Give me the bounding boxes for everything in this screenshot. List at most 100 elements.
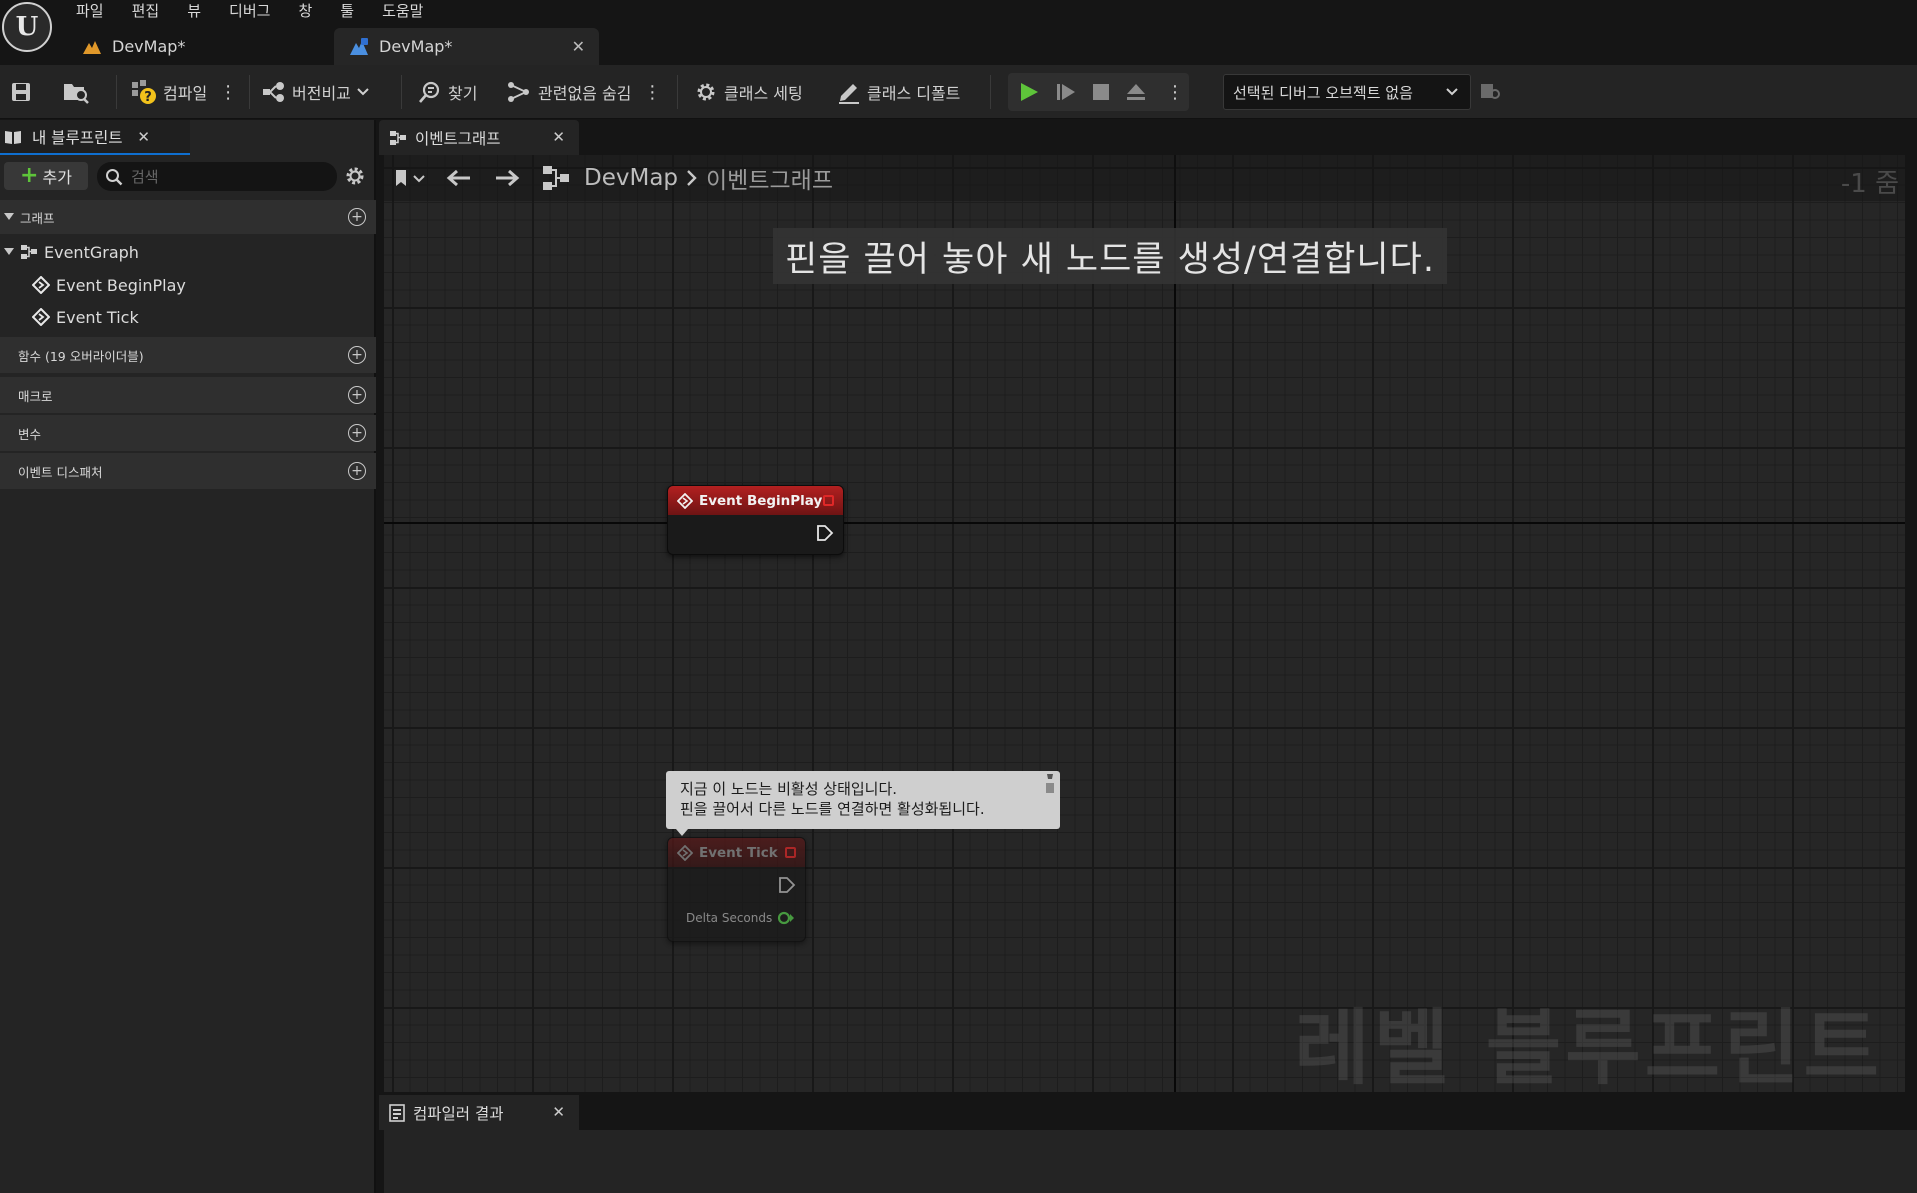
menu-window[interactable]: 창: [284, 0, 326, 22]
forward-arrow-icon[interactable]: [494, 168, 520, 188]
back-arrow-icon[interactable]: [446, 168, 472, 188]
close-icon[interactable]: ✕: [552, 128, 565, 146]
tree-item-label: EventGraph: [44, 242, 139, 262]
hide-unrelated-options-icon[interactable]: ⋮: [643, 82, 661, 103]
debug-filter-button[interactable]: [1480, 65, 1502, 119]
add-variable-icon[interactable]: +: [348, 424, 366, 442]
tree-item-eventgraph[interactable]: EventGraph: [0, 236, 139, 268]
debug-filter-icon: [1480, 82, 1502, 102]
diff-button[interactable]: 버전비교: [262, 65, 369, 119]
exec-output-pin-icon[interactable]: [816, 524, 834, 542]
graph-icon: [389, 130, 407, 146]
close-icon[interactable]: ✕: [552, 1103, 565, 1121]
delegate-pin-icon[interactable]: [785, 847, 796, 858]
class-defaults-label: 클래스 디폴트: [867, 84, 961, 103]
browse-button[interactable]: [62, 65, 90, 119]
tooltip-line-1: 지금 이 노드는 비활성 상태입니다.: [680, 780, 898, 798]
find-label: 찾기: [448, 84, 478, 103]
unreal-logo-icon[interactable]: U: [2, 2, 52, 52]
class-settings-label: 클래스 세팅: [724, 84, 803, 103]
play-options-button[interactable]: ⋮: [1166, 65, 1184, 119]
menu-view[interactable]: 뷰: [173, 0, 215, 22]
play-options-icon: ⋮: [1166, 81, 1184, 103]
add-dispatcher-icon[interactable]: +: [348, 462, 366, 480]
search-input[interactable]: [131, 167, 321, 186]
eject-button[interactable]: [1125, 65, 1147, 119]
menu-edit[interactable]: 편집: [118, 0, 174, 22]
doc-tab-label: DevMap*: [112, 37, 186, 56]
node-event-tick[interactable]: Event Tick Delta Seconds: [667, 837, 806, 942]
section-macros[interactable]: 매크로 +: [0, 377, 376, 413]
compile-button[interactable]: ? 컴파일 ⋮: [131, 65, 237, 119]
section-functions[interactable]: 함수 (19 오버라이더블) +: [0, 337, 376, 373]
section-dispatchers-label: 이벤트 디스패처: [18, 464, 103, 480]
event-icon: [677, 492, 693, 509]
add-macro-icon[interactable]: +: [348, 386, 366, 404]
class-settings-button[interactable]: 클래스 세팅: [694, 65, 803, 119]
tree-item-label: Event BeginPlay: [56, 275, 186, 295]
book-icon: [4, 129, 22, 145]
toolbar-separator: [990, 75, 991, 109]
folder-search-icon: [62, 80, 90, 104]
debug-object-select[interactable]: 선택된 디버그 오브젝트 없음: [1223, 74, 1471, 110]
add-graph-icon[interactable]: +: [348, 208, 366, 226]
caret-down-icon: [4, 213, 14, 221]
level-blueprint-watermark: 레벨 블루프린트: [1294, 1001, 1883, 1092]
search-box[interactable]: [97, 162, 337, 191]
node-header: Event BeginPlay: [668, 486, 843, 515]
add-button[interactable]: + 추가: [4, 162, 88, 190]
stop-button[interactable]: [1091, 65, 1111, 119]
graph-icon: [20, 244, 38, 260]
tooltip-line-2: 핀을 끌어서 다른 노드를 연결하면 활성화됩니다.: [680, 800, 985, 818]
step-button[interactable]: [1055, 65, 1077, 119]
bottom-tab-bar: 컴파일러 결과 ✕: [379, 1095, 1917, 1130]
tab-compiler-results[interactable]: 컴파일러 결과 ✕: [379, 1095, 579, 1130]
pin-icon[interactable]: [1044, 773, 1056, 797]
menu-help[interactable]: 도움말: [368, 0, 437, 22]
step-icon: [1055, 81, 1077, 103]
menu-tools[interactable]: 툴: [326, 0, 368, 22]
close-icon[interactable]: ✕: [572, 37, 585, 56]
section-macros-label: 매크로: [18, 388, 53, 404]
event-icon: [32, 276, 50, 294]
doc-tab-devmap-level[interactable]: DevMap*: [62, 28, 332, 65]
close-icon[interactable]: ✕: [137, 128, 150, 146]
delegate-pin-icon[interactable]: [823, 495, 834, 506]
hide-unrelated-button[interactable]: 관련없음 숨김 ⋮: [506, 65, 661, 119]
tree-item-tick[interactable]: Event Tick: [32, 301, 139, 333]
node-event-begin-play[interactable]: Event BeginPlay: [667, 485, 844, 555]
plus-icon: +: [20, 163, 39, 188]
breadcrumb-root[interactable]: DevMap: [584, 165, 678, 191]
play-button[interactable]: [1018, 65, 1040, 119]
doc-tab-devmap-blueprint[interactable]: DevMap* ✕: [334, 28, 599, 65]
save-button[interactable]: [10, 65, 32, 119]
section-graphs[interactable]: 그래프 +: [0, 200, 376, 234]
section-dispatchers[interactable]: 이벤트 디스패처 +: [0, 453, 376, 489]
section-graphs-label: 그래프: [20, 210, 55, 226]
caret-down-icon: [4, 248, 14, 256]
exec-output-pin-icon[interactable]: [778, 876, 796, 894]
gear-icon[interactable]: [344, 165, 366, 187]
diff-icon: [262, 81, 286, 103]
tab-event-graph-label: 이벤트그래프: [415, 129, 501, 148]
float-output-pin-icon[interactable]: [777, 911, 795, 925]
section-variables[interactable]: 변수 +: [0, 415, 376, 451]
compile-options-icon[interactable]: ⋮: [219, 82, 237, 103]
chevron-right-icon: [686, 169, 698, 187]
class-defaults-button[interactable]: 클래스 디폴트: [837, 65, 960, 119]
tree-item-begin-play[interactable]: Event BeginPlay: [32, 269, 186, 301]
menu-file[interactable]: 파일: [62, 0, 118, 22]
toolbar-separator: [249, 75, 250, 109]
graph-canvas[interactable]: DevMap 이벤트그래프 -1 줌 핀을 끌어 놓아 새 노드를 생성/연결합…: [384, 155, 1905, 1092]
add-label: 추가: [42, 168, 72, 187]
graph-navigation-bar: DevMap 이벤트그래프: [384, 155, 1905, 201]
node-title: Event Tick: [699, 844, 778, 861]
hide-unrelated-icon: [506, 80, 532, 104]
menu-debug[interactable]: 디버그: [215, 0, 284, 22]
add-function-icon[interactable]: +: [348, 346, 366, 364]
find-button[interactable]: 찾기: [418, 65, 477, 119]
my-blueprint-tab[interactable]: 내 블루프린트 ✕: [0, 120, 190, 155]
tab-event-graph[interactable]: 이벤트그래프 ✕: [379, 120, 579, 155]
bookmark-icon[interactable]: [392, 168, 426, 188]
chevron-down-icon: [1446, 88, 1458, 96]
